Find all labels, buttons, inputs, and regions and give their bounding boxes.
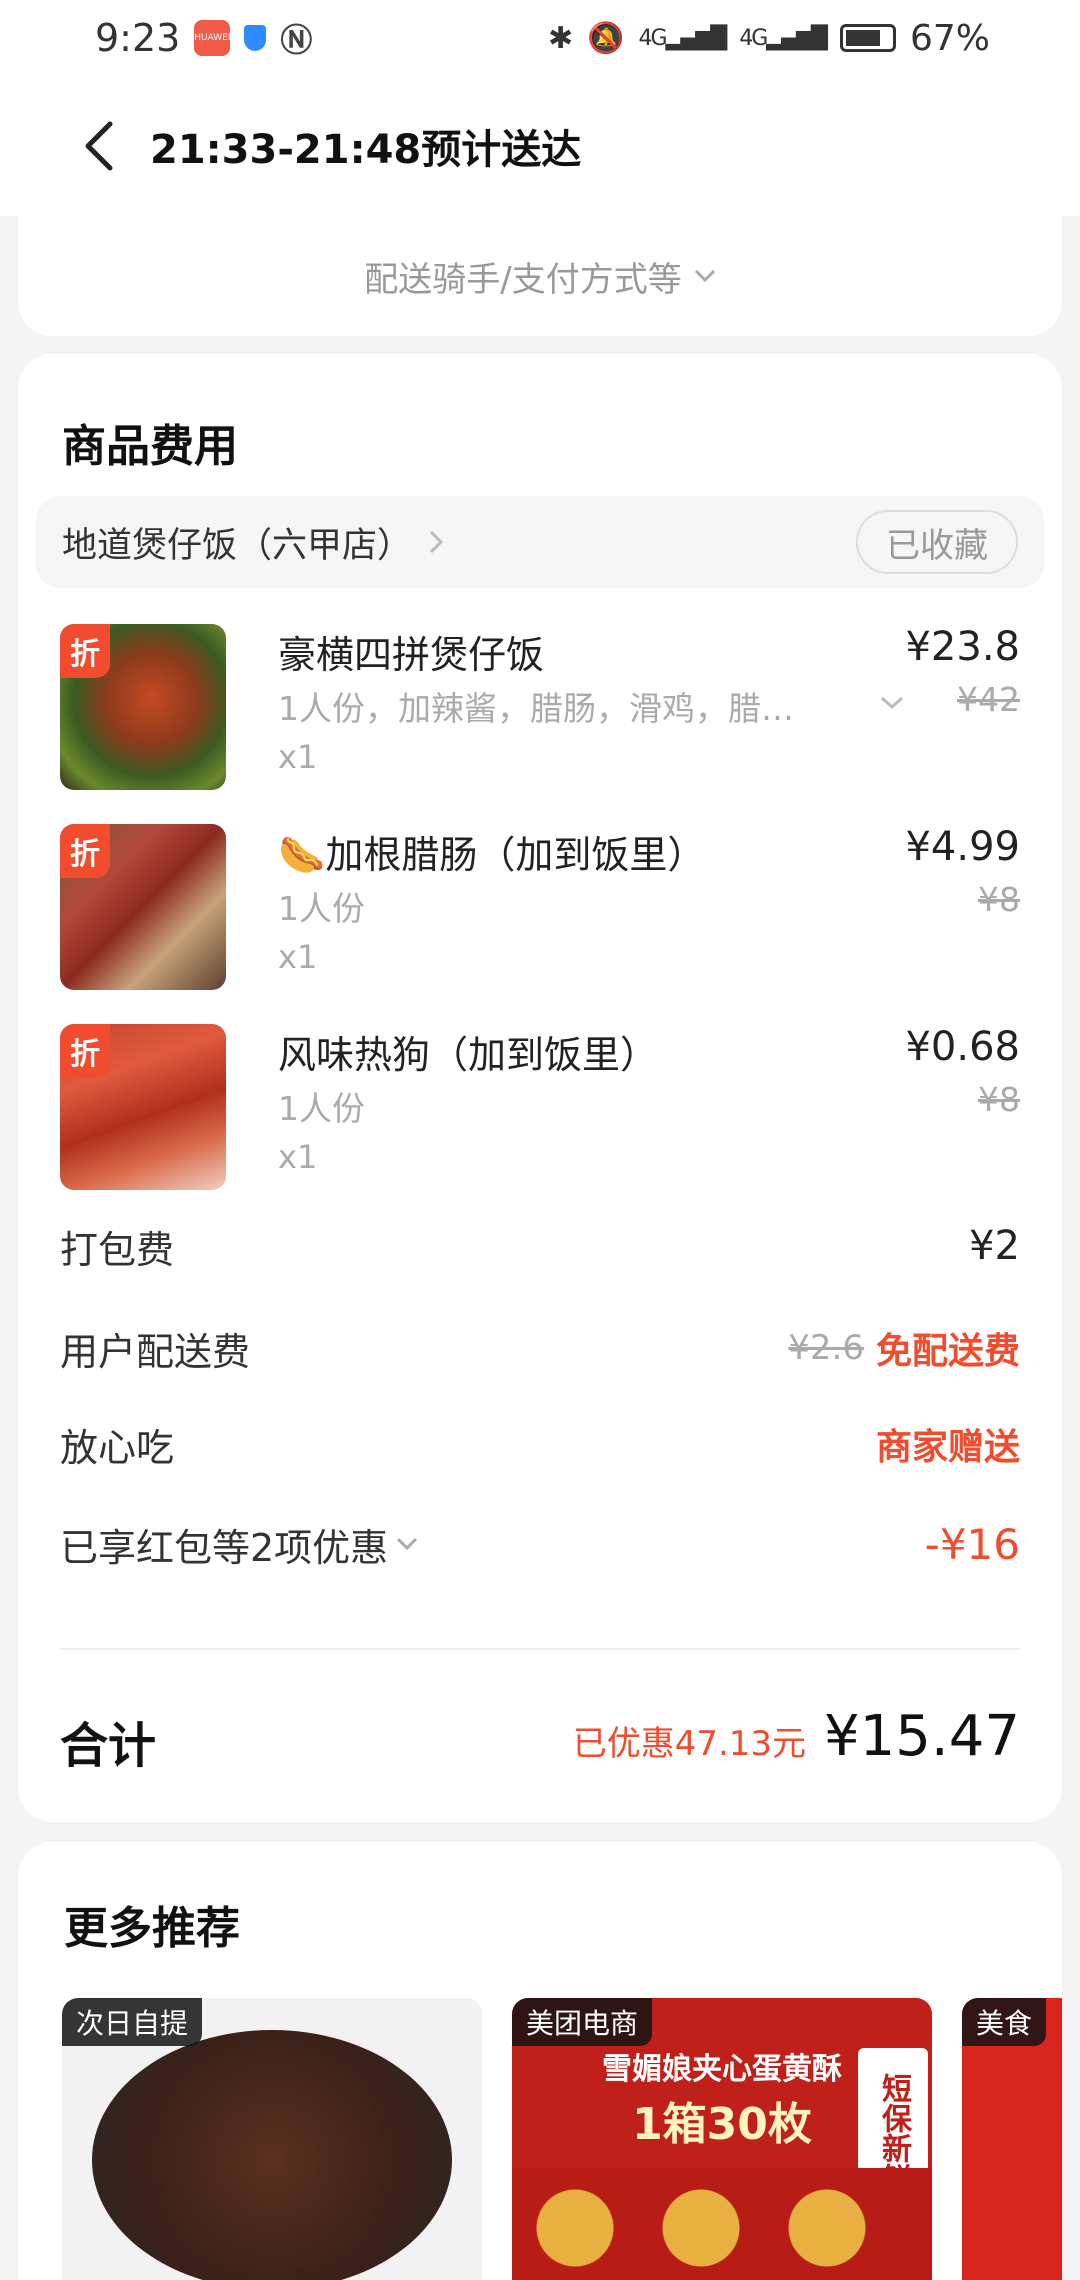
banner-line-1: 雪媚娘夹心蛋黄酥 (602, 2052, 842, 2087)
item-price: ¥0.68 (905, 1024, 1020, 1070)
product-image (92, 2030, 452, 2280)
status-time: 9:23 (95, 16, 181, 60)
huawei-app-icon: HUAWEI (194, 20, 230, 56)
total-right: 已优惠47.13元 ¥15.47 (573, 1704, 1020, 1769)
item-name: 豪横四拼煲仔饭 (278, 633, 545, 677)
discount-badge: 折 (60, 1024, 110, 1078)
expand-details-label: 配送骑手/支付方式等 (364, 259, 682, 300)
bluetooth-icon: ✱ (548, 20, 574, 56)
delivery-fee-value: 免配送费 (875, 1331, 1020, 1372)
item-image: 折 (60, 824, 226, 990)
recommend-product[interactable]: 美食 (962, 1998, 1062, 2280)
item-original-price: ¥42 (957, 680, 1020, 719)
chevron-down-icon[interactable] (880, 696, 904, 710)
order-item[interactable]: 折 风味热狗（加到饭里） 1人份 x1 ¥0.68 ¥8 (60, 1024, 1020, 1192)
delivery-fee-right: ¥2.6 免配送费 (788, 1322, 1020, 1374)
signal-icon-2: 4G▂▄▆█ (739, 25, 828, 51)
favorite-button[interactable]: 已收藏 (856, 510, 1018, 574)
shield-icon (244, 25, 267, 51)
nfc-icon: Ⓝ (280, 21, 313, 59)
order-item[interactable]: 折 🌭加根腊肠（加到饭里） 1人份 x1 ¥4.99 ¥8 (60, 824, 1020, 992)
chevron-down-icon (694, 269, 715, 283)
recommend-title: 更多推荐 (64, 1903, 240, 1954)
product-tag: 次日自提 (62, 1998, 203, 2046)
status-bar: 9:23 HUAWEI Ⓝ ✱ 🔕 4G▂▄▆█ 4G▂▄▆█ 67% (0, 0, 1080, 76)
item-spec: 1人份，加辣酱，腊肠，滑鸡，腊… (278, 689, 794, 728)
item-price: ¥23.8 (905, 624, 1020, 670)
item-image: 折 (60, 1024, 226, 1190)
chevron-down-icon (397, 1537, 418, 1551)
item-qty: x1 (278, 738, 318, 776)
back-arrow-icon (85, 121, 113, 171)
packing-fee-label: 打包费 (60, 1227, 175, 1272)
mute-icon: 🔕 (587, 20, 625, 56)
order-item[interactable]: 折 豪横四拼煲仔饭 1人份，加辣酱，腊肠，滑鸡，腊… x1 ¥23.8 ¥42 (60, 624, 1020, 792)
product-image (512, 2168, 932, 2280)
store-row[interactable]: 地道煲仔饭（六甲店） 已收藏 (36, 496, 1044, 588)
assurance-row: 放心吃 商家赠送 (60, 1414, 1020, 1474)
packing-fee-value: ¥2 (969, 1223, 1020, 1269)
fees-card: 商品费用 地道煲仔饭（六甲店） 已收藏 折 豪横四拼煲仔饭 1人份，加辣酱，腊肠… (18, 354, 1062, 1822)
status-left: 9:23 HUAWEI Ⓝ (95, 15, 312, 61)
battery-icon (839, 24, 896, 52)
assurance-label: 放心吃 (60, 1425, 175, 1470)
delivery-fee-label: 用户配送费 (60, 1329, 251, 1374)
packing-fee-row: 打包费 ¥2 (60, 1216, 1020, 1276)
back-button[interactable] (50, 96, 150, 196)
discount-label: 已享红包等2项优惠 (60, 1525, 389, 1570)
assurance-value: 商家赠送 (875, 1427, 1020, 1468)
item-spec: 1人份 (278, 889, 365, 928)
page-header: 21:33-21:48预计送达 (0, 76, 1080, 216)
saved-amount: 已优惠47.13元 (572, 1724, 807, 1764)
total-label: 合计 (60, 1718, 157, 1774)
discount-value: -¥16 (924, 1519, 1020, 1569)
item-qty: x1 (278, 938, 318, 976)
total-value: ¥15.47 (824, 1704, 1020, 1769)
item-spec: 1人份 (278, 1089, 365, 1128)
recommend-product[interactable]: 次日自提 (62, 1998, 482, 2280)
store-name: 地道煲仔饭（六甲店） (62, 525, 413, 566)
divider (60, 1648, 1020, 1650)
signal-icon-1: 4G▂▄▆█ (638, 25, 728, 51)
chevron-right-icon (429, 530, 444, 554)
recommend-product[interactable]: 雪媚娘夹心蛋黄酥 1箱30枚 短保新鲜 美团电商 (512, 1998, 932, 2280)
item-name: 风味热狗（加到饭里） (278, 1033, 659, 1077)
discount-row[interactable]: 已享红包等2项优惠 -¥16 (60, 1514, 1020, 1574)
delivery-fee-original: ¥2.6 (788, 1328, 864, 1368)
delivery-fee-row: 用户配送费 ¥2.6 免配送费 (60, 1318, 1020, 1378)
item-image: 折 (60, 624, 226, 790)
item-qty: x1 (278, 1138, 318, 1176)
item-original-price: ¥8 (978, 1080, 1020, 1119)
section-title: 商品费用 (62, 421, 238, 472)
banner-line-2: 1箱30枚 (632, 2099, 812, 2150)
item-name: 🌭加根腊肠（加到饭里） (278, 833, 706, 877)
product-tag: 美团电商 (512, 1998, 653, 2046)
item-original-price: ¥8 (978, 880, 1020, 919)
status-right: ✱ 🔕 4G▂▄▆█ 4G▂▄▆█ 67% (548, 18, 990, 59)
battery-percent: 67% (909, 17, 990, 59)
expand-details-button[interactable]: 配送骑手/支付方式等 (364, 252, 715, 301)
discount-badge: 折 (60, 624, 110, 678)
page-title: 21:33-21:48预计送达 (150, 127, 582, 173)
product-tag: 美食 (962, 1998, 1047, 2046)
delivery-details-card: 配送骑手/支付方式等 (18, 216, 1062, 336)
discount-badge: 折 (60, 824, 110, 878)
item-price: ¥4.99 (905, 824, 1020, 870)
recommend-card: 更多推荐 次日自提 雪媚娘夹心蛋黄酥 1箱30枚 短保新鲜 美团电商 美食 (18, 1842, 1062, 2280)
